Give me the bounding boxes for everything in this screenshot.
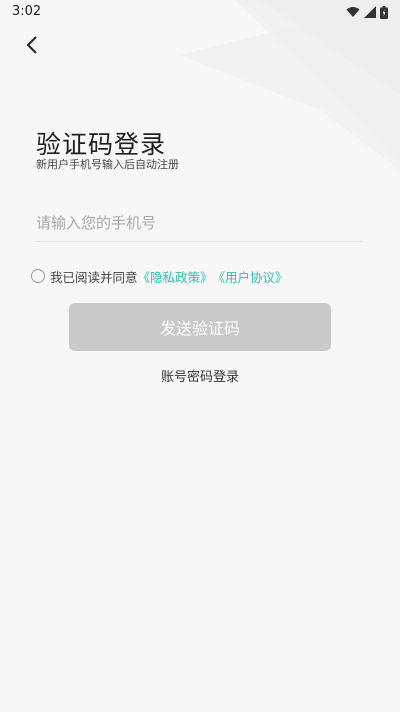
wifi-icon [346, 7, 360, 17]
agreement-text: 我已阅读并同意 [50, 269, 138, 285]
page-subtitle: 新用户手机号输入后自动注册 [36, 158, 179, 171]
background-decoration [180, 0, 400, 170]
back-button[interactable] [20, 33, 44, 57]
agreement-checkbox[interactable] [31, 269, 45, 283]
status-time: 3:02 [12, 4, 42, 19]
battery-icon [380, 5, 388, 19]
send-code-label: 发送验证码 [159, 319, 240, 338]
account-password-login-link[interactable]: 账号密码登录 [0, 366, 400, 385]
chevron-left-icon [26, 36, 37, 54]
user-agreement-link[interactable]: 《用户协议》 [213, 267, 288, 286]
signal-icon [364, 6, 376, 18]
phone-input[interactable] [36, 208, 362, 242]
send-code-button[interactable]: 发送验证码 [69, 303, 331, 351]
status-bar: 3:02 [0, 0, 400, 24]
agreement-row: 我已阅读并同意 《隐私政策》 《用户协议》 [31, 266, 288, 286]
status-icons [346, 4, 388, 20]
privacy-policy-link[interactable]: 《隐私政策》 [138, 267, 213, 286]
